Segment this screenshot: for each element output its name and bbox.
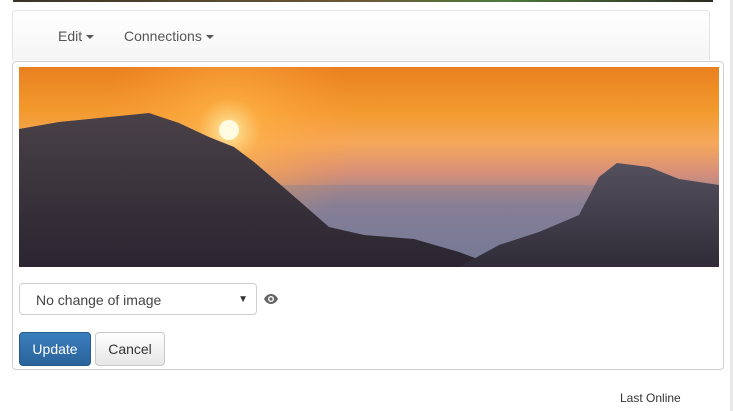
triangle-down-icon: ▼ (238, 294, 248, 305)
nav-edit-label: Edit (58, 28, 83, 44)
caret-down-icon (86, 35, 95, 40)
update-button[interactable]: Update (19, 332, 91, 366)
cover-photo-image (19, 67, 719, 267)
eye-icon[interactable] (263, 291, 279, 307)
nav-edit-menu[interactable]: Edit (58, 28, 95, 44)
image-change-select-value: No change of image (36, 292, 162, 308)
header-image-strip (13, 0, 713, 2)
image-change-select[interactable]: No change of image ▼ (19, 283, 257, 315)
sun-shape (219, 120, 239, 140)
cover-photo-editor: No change of image ▼ Update Cancel (12, 61, 724, 370)
nav-connections-label: Connections (124, 28, 202, 44)
cancel-button[interactable]: Cancel (95, 332, 165, 366)
last-online-heading: Last Online (620, 391, 681, 405)
profile-navbar: Edit Connections (12, 10, 710, 60)
caret-down-icon (205, 35, 214, 40)
nav-connections-menu[interactable]: Connections (124, 28, 214, 44)
